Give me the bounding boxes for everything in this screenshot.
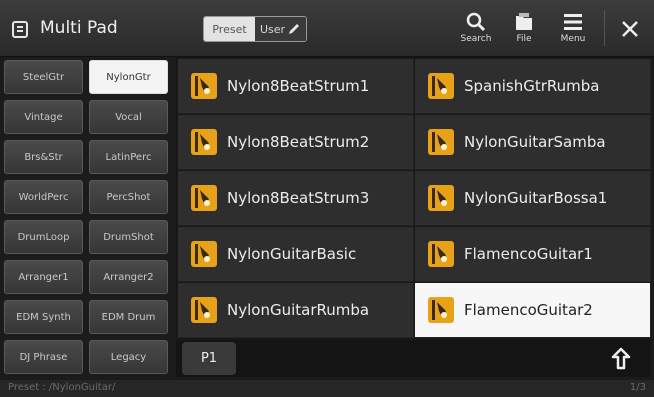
file-button[interactable]: File — [502, 12, 546, 52]
file-label: File — [516, 34, 532, 44]
title-bar: Multi Pad Preset User Search File Menu — [0, 0, 654, 57]
preset-user-toggle: Preset User — [203, 16, 307, 42]
pad-list: Nylon8BeatStrum1 SpanishGtrRumba Nylon8B… — [176, 57, 651, 377]
guitar-pad-icon — [191, 73, 217, 99]
pad-name: NylonGuitarBasic — [227, 245, 357, 263]
category-label: LatinPerc — [105, 151, 152, 163]
category-label: SteelGtr — [22, 71, 65, 83]
category-brs-str[interactable]: Brs&Str — [4, 140, 83, 174]
pad-item[interactable]: NylonGuitarSamba — [415, 115, 651, 170]
menu-button[interactable]: Menu — [551, 12, 595, 52]
category-steelgtr[interactable]: SteelGtr — [4, 60, 83, 94]
user-tab[interactable]: User — [255, 17, 306, 41]
category-label: Arranger2 — [103, 271, 154, 283]
category-nylongtr[interactable]: NylonGtr — [89, 60, 168, 94]
status-page-count: 1/3 — [629, 382, 646, 393]
guitar-pad-icon — [428, 241, 454, 267]
category-label: WorldPerc — [18, 191, 69, 203]
pad-item[interactable]: Nylon8BeatStrum2 — [178, 115, 414, 170]
search-icon — [466, 12, 486, 32]
user-tab-label: User — [259, 22, 286, 36]
category-label: DrumShot — [103, 231, 154, 243]
category-drumshot[interactable]: DrumShot — [89, 220, 168, 254]
pad-item[interactable]: FlamencoGuitar1 — [415, 227, 651, 282]
app-title: Multi Pad — [40, 18, 118, 38]
preset-tab-label: Preset — [212, 22, 247, 36]
guitar-pad-icon — [191, 241, 217, 267]
status-bar: Preset : /NylonGuitar/ 1/3 — [0, 380, 654, 397]
category-label: Legacy — [110, 351, 147, 363]
category-arranger2[interactable]: Arranger2 — [89, 260, 168, 294]
category-panel: SteelGtr NylonGtr Vintage Vocal Brs&Str … — [4, 60, 170, 378]
category-vintage[interactable]: Vintage — [4, 100, 83, 134]
category-label: PercShot — [106, 191, 151, 203]
pad-name: NylonGuitarBossa1 — [464, 189, 608, 207]
guitar-pad-icon — [428, 73, 454, 99]
multipad-icon — [12, 21, 28, 38]
page-tab[interactable]: P1 — [182, 342, 236, 375]
pad-name: FlamencoGuitar2 — [464, 301, 593, 319]
file-icon — [516, 13, 532, 30]
pad-name: NylonGuitarSamba — [464, 133, 606, 151]
preset-tab[interactable]: Preset — [204, 17, 255, 41]
guitar-pad-icon — [191, 185, 217, 211]
category-arranger1[interactable]: Arranger1 — [4, 260, 83, 294]
header-divider — [604, 10, 605, 46]
category-label: DJ Phrase — [19, 351, 68, 363]
category-label: Arranger1 — [18, 271, 69, 283]
guitar-pad-icon — [191, 129, 217, 155]
category-drumloop[interactable]: DrumLoop — [4, 220, 83, 254]
category-latinperc[interactable]: LatinPerc — [89, 140, 168, 174]
category-label: EDM Synth — [16, 311, 71, 323]
pad-item[interactable]: NylonGuitarRumba — [178, 283, 414, 338]
category-label: Brs&Str — [24, 151, 63, 163]
category-dj-phrase[interactable]: DJ Phrase — [4, 340, 83, 374]
pad-item[interactable]: FlamencoGuitar2 — [415, 283, 651, 338]
pad-item[interactable]: Nylon8BeatStrum1 — [178, 59, 414, 114]
menu-label: Menu — [560, 34, 586, 44]
category-label: DrumLoop — [17, 231, 70, 243]
pad-item[interactable]: NylonGuitarBasic — [178, 227, 414, 282]
search-button[interactable]: Search — [454, 12, 498, 52]
category-label: NylonGtr — [106, 71, 151, 83]
category-label: Vintage — [24, 111, 63, 123]
category-percshot[interactable]: PercShot — [89, 180, 168, 214]
pad-name: NylonGuitarRumba — [227, 301, 370, 319]
guitar-pad-icon — [428, 297, 454, 323]
status-path: Preset : /NylonGuitar/ — [8, 382, 116, 393]
pad-item[interactable]: SpanishGtrRumba — [415, 59, 651, 114]
list-footer: P1 — [176, 340, 651, 377]
category-worldperc[interactable]: WorldPerc — [4, 180, 83, 214]
page-tab-label: P1 — [200, 351, 218, 366]
menu-icon — [564, 14, 582, 30]
category-edm-synth[interactable]: EDM Synth — [4, 300, 83, 334]
up-folder-icon[interactable] — [608, 346, 634, 372]
close-icon[interactable] — [614, 14, 646, 44]
pad-name: Nylon8BeatStrum2 — [227, 133, 370, 151]
category-legacy[interactable]: Legacy — [89, 340, 168, 374]
pencil-icon — [289, 24, 300, 34]
guitar-pad-icon — [428, 185, 454, 211]
pad-item[interactable]: Nylon8BeatStrum3 — [178, 171, 414, 226]
guitar-pad-icon — [428, 129, 454, 155]
pad-name: SpanishGtrRumba — [464, 77, 600, 95]
category-vocal[interactable]: Vocal — [89, 100, 168, 134]
pad-item[interactable]: NylonGuitarBossa1 — [415, 171, 651, 226]
category-edm-drum[interactable]: EDM Drum — [89, 300, 168, 334]
category-label: Vocal — [115, 111, 142, 123]
search-label: Search — [460, 34, 492, 44]
category-label: EDM Drum — [101, 311, 156, 323]
pad-name: FlamencoGuitar1 — [464, 245, 593, 263]
pad-name: Nylon8BeatStrum3 — [227, 189, 370, 207]
pad-name: Nylon8BeatStrum1 — [227, 77, 370, 95]
guitar-pad-icon — [191, 297, 217, 323]
